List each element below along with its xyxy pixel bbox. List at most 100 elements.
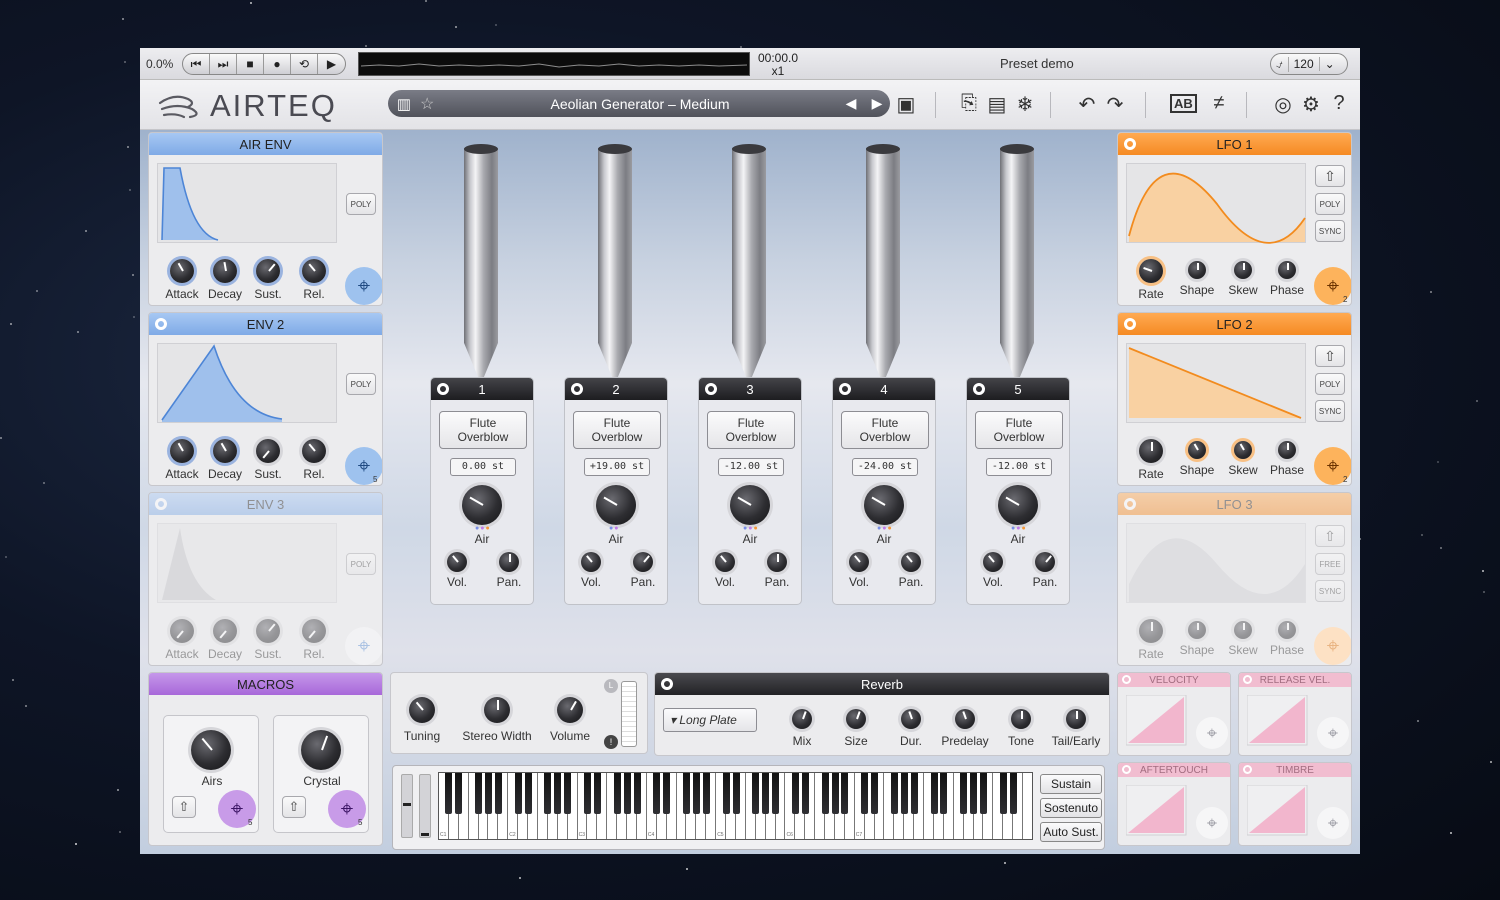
attack-knob[interactable] bbox=[170, 259, 194, 283]
volume-knob[interactable] bbox=[557, 697, 583, 723]
attack-knob[interactable] bbox=[170, 619, 194, 643]
volume-knob[interactable] bbox=[581, 552, 601, 572]
white-key[interactable] bbox=[845, 773, 855, 839]
free-button[interactable]: FREE bbox=[1315, 553, 1345, 575]
white-key[interactable] bbox=[597, 773, 608, 839]
power-toggle-icon[interactable] bbox=[661, 678, 673, 690]
mod-target-icon[interactable]: ⌖ bbox=[1196, 717, 1228, 749]
alert-icon[interactable]: ! bbox=[604, 735, 618, 749]
decay-knob[interactable] bbox=[213, 439, 237, 463]
power-toggle-icon[interactable] bbox=[1243, 765, 1252, 774]
white-key[interactable] bbox=[984, 773, 994, 839]
midi-icon[interactable]: ◎ bbox=[1270, 92, 1296, 117]
volume-knob[interactable] bbox=[447, 552, 467, 572]
tune-field[interactable]: +19.00 st bbox=[584, 458, 650, 476]
air-knob[interactable] bbox=[998, 485, 1038, 525]
rate-knob[interactable] bbox=[1139, 259, 1163, 283]
upload-icon[interactable]: ⇧ bbox=[1315, 525, 1345, 547]
pitch-wheel[interactable] bbox=[401, 774, 413, 838]
chevron-down-icon[interactable]: ⌄ bbox=[1320, 57, 1340, 71]
sustain-knob[interactable] bbox=[256, 619, 280, 643]
power-toggle-icon[interactable] bbox=[155, 318, 167, 330]
envelope-display[interactable] bbox=[157, 523, 337, 603]
white-key[interactable] bbox=[637, 773, 647, 839]
gear-icon[interactable]: ⚙ bbox=[1298, 92, 1324, 117]
tail-early-knob[interactable] bbox=[1066, 709, 1086, 729]
stereo-width-knob[interactable] bbox=[484, 697, 510, 723]
white-key[interactable] bbox=[498, 773, 509, 839]
ab-compare-icon[interactable]: AB bbox=[1170, 94, 1197, 113]
power-toggle-icon[interactable] bbox=[973, 383, 985, 395]
white-key[interactable] bbox=[914, 773, 925, 839]
air-knob[interactable] bbox=[730, 485, 770, 525]
mix-knob[interactable] bbox=[792, 709, 812, 729]
white-key[interactable] bbox=[776, 773, 786, 839]
metronome-icon[interactable]: ⍻ bbox=[1271, 56, 1289, 72]
phase-knob[interactable] bbox=[1278, 621, 1296, 639]
phase-knob[interactable] bbox=[1278, 441, 1296, 459]
rate-knob[interactable] bbox=[1139, 439, 1163, 463]
white-key[interactable] bbox=[875, 773, 885, 839]
skew-knob[interactable] bbox=[1234, 261, 1252, 279]
power-toggle-icon[interactable] bbox=[1124, 318, 1136, 330]
skew-knob[interactable] bbox=[1234, 441, 1252, 459]
white-key[interactable] bbox=[528, 773, 538, 839]
poly-button[interactable]: POLY bbox=[346, 553, 376, 575]
next-preset-icon[interactable]: ▶ bbox=[864, 95, 890, 112]
instrument-select[interactable]: Flute Overblow bbox=[975, 411, 1063, 449]
tune-field[interactable]: -12.00 st bbox=[718, 458, 784, 476]
airs-knob[interactable] bbox=[191, 730, 231, 770]
pan-knob[interactable] bbox=[901, 552, 921, 572]
save-icon[interactable]: ▣ bbox=[893, 92, 919, 117]
randomize-icon[interactable]: ❄ bbox=[1012, 92, 1038, 117]
sync-button[interactable]: SYNC bbox=[1315, 580, 1345, 602]
fast-forward-button[interactable]: ⏭ bbox=[210, 54, 237, 74]
sync-button[interactable]: SYNC bbox=[1315, 220, 1345, 242]
pan-knob[interactable] bbox=[767, 552, 787, 572]
tone-knob[interactable] bbox=[1011, 709, 1031, 729]
tune-field[interactable]: 0.00 st bbox=[450, 458, 516, 476]
upload-icon[interactable]: ⇧ bbox=[282, 796, 306, 818]
power-toggle-icon[interactable] bbox=[839, 383, 851, 395]
pan-knob[interactable] bbox=[499, 552, 519, 572]
poly-button[interactable]: POLY bbox=[346, 193, 376, 215]
size-knob[interactable] bbox=[846, 709, 866, 729]
power-toggle-icon[interactable] bbox=[1124, 498, 1136, 510]
lfo-display[interactable] bbox=[1126, 343, 1306, 423]
instrument-select[interactable]: Flute Overblow bbox=[707, 411, 795, 449]
not-equal-icon[interactable]: ≠ bbox=[1206, 92, 1232, 115]
power-toggle-icon[interactable] bbox=[571, 383, 583, 395]
shape-knob[interactable] bbox=[1188, 441, 1206, 459]
lfo-display[interactable] bbox=[1126, 523, 1306, 603]
help-icon[interactable]: ? bbox=[1326, 92, 1352, 115]
pan-knob[interactable] bbox=[1035, 552, 1055, 572]
tune-field[interactable]: -12.00 st bbox=[986, 458, 1052, 476]
decay-knob[interactable] bbox=[213, 259, 237, 283]
instrument-select[interactable]: Flute Overblow bbox=[573, 411, 661, 449]
white-key[interactable] bbox=[459, 773, 469, 839]
poly-button[interactable]: POLY bbox=[1315, 373, 1345, 395]
favorite-star-icon[interactable]: ☆ bbox=[420, 94, 442, 114]
upload-icon[interactable]: ⇧ bbox=[1315, 345, 1345, 367]
white-key[interactable] bbox=[805, 773, 816, 839]
white-key[interactable] bbox=[1023, 773, 1032, 839]
decay-knob[interactable] bbox=[213, 619, 237, 643]
lfo-display[interactable] bbox=[1126, 163, 1306, 244]
envelope-display[interactable] bbox=[157, 163, 337, 243]
rate-knob[interactable] bbox=[1139, 619, 1163, 643]
white-key[interactable] bbox=[736, 773, 746, 839]
release-knob[interactable] bbox=[302, 439, 326, 463]
poly-button[interactable]: POLY bbox=[346, 373, 376, 395]
mod-target-icon[interactable]: ⌖ bbox=[1314, 627, 1351, 665]
redo-icon[interactable]: ↷ bbox=[1102, 92, 1128, 117]
volume-knob[interactable] bbox=[983, 552, 1003, 572]
attack-knob[interactable] bbox=[170, 439, 194, 463]
stop-button[interactable]: ■ bbox=[237, 54, 264, 74]
record-button[interactable]: ● bbox=[264, 54, 291, 74]
power-toggle-icon[interactable] bbox=[437, 383, 449, 395]
air-knob[interactable] bbox=[864, 485, 904, 525]
library-icon[interactable]: ▥ bbox=[388, 95, 420, 113]
crystal-knob[interactable] bbox=[301, 730, 341, 770]
paste-icon[interactable]: ▤ bbox=[984, 92, 1010, 117]
power-toggle-icon[interactable] bbox=[1122, 765, 1131, 774]
